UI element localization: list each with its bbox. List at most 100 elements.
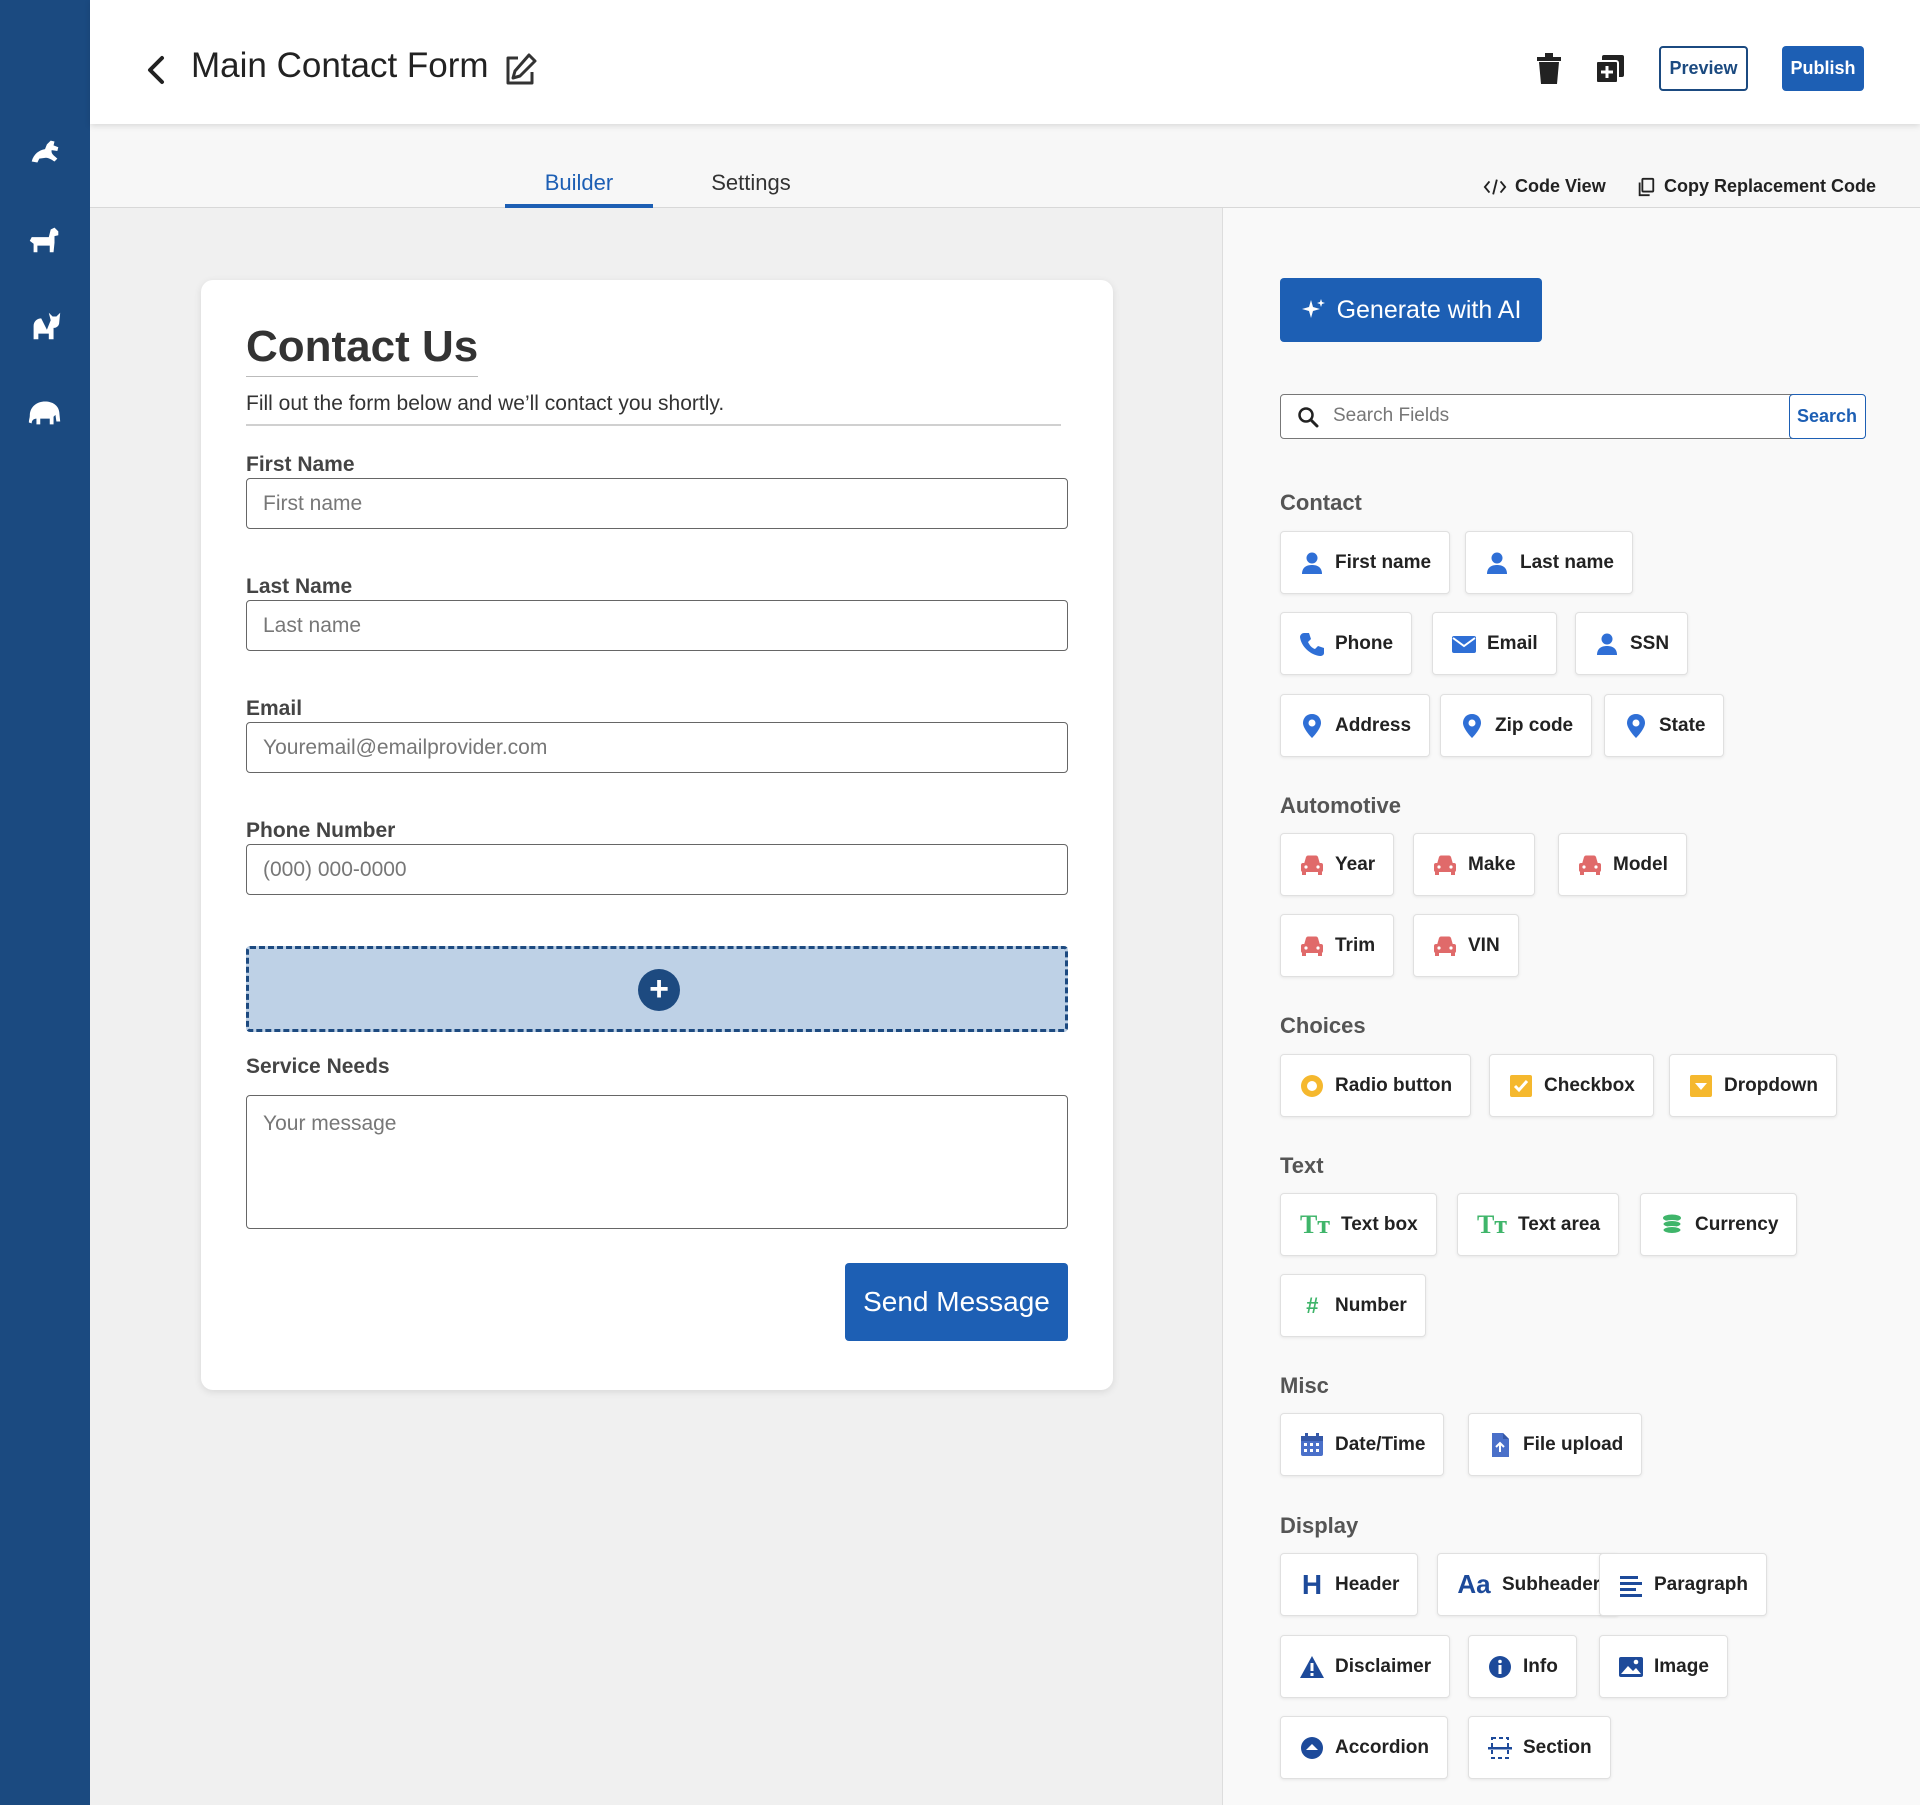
chip-label: Image — [1654, 1655, 1709, 1677]
chip-state[interactable]: State — [1604, 694, 1725, 757]
phone-field[interactable] — [246, 844, 1068, 895]
send-message-button[interactable]: Send Message — [845, 1263, 1068, 1341]
search-button[interactable]: Search — [1788, 393, 1866, 439]
sparkle-icon — [1301, 299, 1325, 318]
tab-builder[interactable]: Builder — [505, 170, 653, 208]
builder-canvas: Contact Us Fill out the form below and w… — [90, 208, 1222, 1805]
dropdown-icon — [1688, 1073, 1714, 1099]
section-icon — [1487, 1735, 1513, 1761]
form-card: Contact Us Fill out the form below and w… — [201, 280, 1113, 1390]
chip-radio-button[interactable]: Radio button — [1280, 1054, 1472, 1117]
elephant-icon[interactable] — [25, 392, 65, 432]
generate-with-ai-button[interactable]: Generate with AI — [1280, 278, 1542, 342]
envelope-icon — [1451, 631, 1477, 657]
chip-date-time[interactable]: Date/Time — [1280, 1413, 1445, 1476]
search-fields-input[interactable] — [1333, 395, 1798, 437]
tab-settings[interactable]: Settings — [687, 170, 815, 208]
chip-label: Accordion — [1335, 1736, 1429, 1758]
chip-model[interactable]: Model — [1558, 833, 1687, 896]
chip-address[interactable]: Address — [1280, 694, 1431, 757]
chip-ssn[interactable]: SSN — [1575, 612, 1689, 675]
chip-first-name[interactable]: First name — [1280, 531, 1451, 594]
left-nav-rail — [0, 0, 90, 1805]
section-automotive-title: Automotive — [1280, 793, 1401, 818]
car-icon — [1577, 852, 1603, 878]
cat-icon[interactable] — [25, 306, 65, 346]
field-drop-zone[interactable]: + — [246, 946, 1068, 1032]
chip-currency[interactable]: Currency — [1640, 1193, 1798, 1256]
chip-label: Trim — [1335, 934, 1376, 956]
paragraph-lines-icon — [1618, 1572, 1644, 1598]
chip-label: Text box — [1341, 1213, 1418, 1235]
publish-button[interactable]: Publish — [1782, 46, 1864, 91]
info-icon — [1487, 1654, 1513, 1680]
form-subtitle[interactable]: Fill out the form below and we’ll contac… — [246, 392, 1061, 426]
duplicate-icon[interactable] — [1594, 52, 1626, 86]
copy-code-label: Copy Replacement Code — [1664, 176, 1877, 196]
car-icon — [1432, 933, 1458, 959]
copy-icon — [1638, 177, 1655, 196]
chip-label: Disclaimer — [1335, 1655, 1432, 1677]
chip-text-area[interactable]: Tт Text area — [1457, 1193, 1620, 1256]
form-title[interactable]: Contact Us — [246, 322, 479, 377]
chip-label: Text area — [1518, 1213, 1601, 1235]
section-misc-title: Misc — [1280, 1373, 1329, 1398]
chip-dropdown[interactable]: Dropdown — [1669, 1054, 1837, 1117]
chip-vin[interactable]: VIN — [1413, 914, 1519, 977]
preview-button[interactable]: Preview — [1659, 46, 1748, 91]
copy-replacement-code-link[interactable]: Copy Replacement Code — [1636, 176, 1876, 197]
chip-file-upload[interactable]: File upload — [1468, 1413, 1643, 1476]
back-chevron-icon[interactable] — [142, 50, 172, 90]
car-icon — [1432, 852, 1458, 878]
chip-make[interactable]: Make — [1413, 833, 1535, 896]
chip-label: File upload — [1523, 1433, 1624, 1455]
chip-label: Dropdown — [1724, 1074, 1818, 1096]
chip-text-box[interactable]: Tт Text box — [1280, 1193, 1437, 1256]
chip-label: Email — [1487, 632, 1538, 654]
chip-email[interactable]: Email — [1432, 612, 1557, 675]
map-pin-icon — [1299, 713, 1325, 739]
field-palette-panel: Generate with AI Search Contact First na… — [1222, 208, 1920, 1805]
chip-label: State — [1659, 714, 1706, 736]
map-pin-icon — [1623, 713, 1649, 739]
chip-disclaimer[interactable]: Disclaimer — [1280, 1635, 1451, 1698]
chip-phone[interactable]: Phone — [1280, 612, 1413, 675]
chip-label: Address — [1335, 714, 1412, 736]
chip-info[interactable]: Info — [1468, 1635, 1577, 1698]
code-icon — [1483, 178, 1507, 195]
chip-header[interactable]: H Header — [1280, 1553, 1419, 1616]
chip-checkbox[interactable]: Checkbox — [1489, 1054, 1654, 1117]
chip-year[interactable]: Year — [1280, 833, 1395, 896]
chip-subheader[interactable]: Aa Subheader — [1437, 1553, 1620, 1616]
email-label: Email — [246, 697, 303, 720]
first-name-field[interactable] — [246, 478, 1068, 529]
last-name-field[interactable] — [246, 600, 1068, 651]
chip-zip-code[interactable]: Zip code — [1440, 694, 1593, 757]
chip-number[interactable]: # Number — [1280, 1274, 1426, 1337]
add-field-icon[interactable]: + — [638, 969, 680, 1011]
dog-icon[interactable] — [25, 219, 65, 259]
chip-label: Model — [1613, 853, 1668, 875]
first-name-label: First Name — [246, 453, 355, 476]
phone-icon — [1299, 631, 1325, 657]
chip-image[interactable]: Image — [1599, 1635, 1728, 1698]
trash-icon[interactable] — [1533, 52, 1565, 86]
horse-icon[interactable] — [25, 132, 65, 172]
email-field[interactable] — [246, 722, 1068, 773]
hash-icon: # — [1305, 1292, 1319, 1318]
service-needs-textarea[interactable] — [246, 1095, 1068, 1229]
chip-trim[interactable]: Trim — [1280, 914, 1395, 977]
chip-paragraph[interactable]: Paragraph — [1599, 1553, 1767, 1616]
chip-label: Currency — [1695, 1213, 1779, 1235]
edit-pencil-icon[interactable] — [500, 50, 540, 90]
code-view-link[interactable]: Code View — [1483, 176, 1606, 197]
chip-label: Date/Time — [1335, 1433, 1426, 1455]
chip-section[interactable]: Section — [1468, 1716, 1611, 1779]
chip-last-name[interactable]: Last name — [1465, 531, 1633, 594]
search-fields-box: Search — [1280, 393, 1866, 439]
person-icon — [1484, 550, 1510, 576]
chip-label: Number — [1335, 1294, 1407, 1316]
accordion-icon — [1299, 1735, 1325, 1761]
chip-label: VIN — [1468, 934, 1500, 956]
chip-accordion[interactable]: Accordion — [1280, 1716, 1448, 1779]
